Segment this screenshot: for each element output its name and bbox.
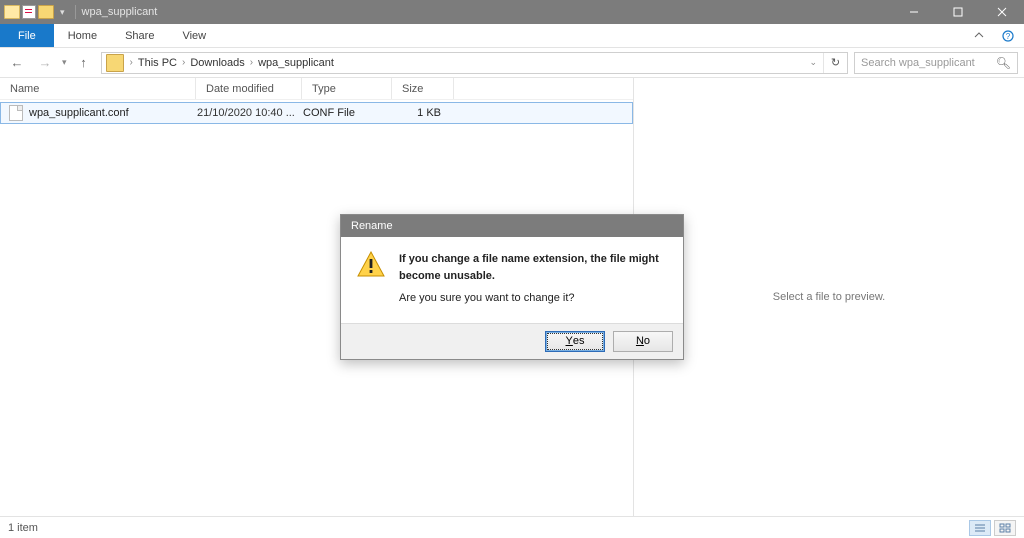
close-button[interactable] [980, 0, 1024, 24]
column-headers: Name Date modified Type Size [0, 78, 633, 100]
column-date[interactable]: Date modified [196, 78, 302, 99]
navigation-bar: ← → ▾ ↑ › This PC › Downloads › wpa_supp… [0, 48, 1024, 78]
dialog-message: If you change a file name extension, the… [399, 251, 667, 307]
file-row[interactable]: wpa_supplicant.conf 21/10/2020 10:40 ...… [0, 102, 633, 124]
search-input[interactable]: Search wpa_supplicant 🔍︎ [854, 52, 1018, 74]
qat-dropdown[interactable]: ▾ [56, 7, 69, 18]
tab-home[interactable]: Home [54, 24, 111, 47]
dialog-line1: If you change a file name extension, the… [399, 251, 667, 284]
chevron-right-icon[interactable]: › [180, 57, 187, 68]
svg-text:?: ? [1006, 32, 1011, 41]
help-button[interactable]: ? [992, 24, 1024, 47]
rename-dialog: Rename If you change a file name extensi… [340, 214, 684, 360]
tab-file[interactable]: File [0, 24, 54, 47]
titlebar: ▾ wpa_supplicant [0, 0, 1024, 24]
breadcrumb[interactable]: Downloads [187, 57, 247, 69]
file-size: 1 KB [393, 107, 447, 119]
file-name: wpa_supplicant.conf [29, 107, 197, 119]
up-button[interactable]: ↑ [73, 52, 95, 74]
column-type[interactable]: Type [302, 78, 392, 99]
maximize-button[interactable] [936, 0, 980, 24]
no-button[interactable]: No [613, 331, 673, 352]
dialog-line2: Are you sure you want to change it? [399, 290, 667, 307]
search-placeholder: Search wpa_supplicant [861, 57, 975, 69]
breadcrumb[interactable]: wpa_supplicant [255, 57, 337, 69]
tab-share[interactable]: Share [111, 24, 168, 47]
column-name[interactable]: Name [0, 78, 196, 99]
ribbon: File Home Share View ? [0, 24, 1024, 48]
window-title: wpa_supplicant [82, 6, 158, 18]
large-icons-view-button[interactable] [994, 520, 1016, 536]
refresh-button[interactable]: ↻ [823, 53, 847, 73]
history-dropdown[interactable]: ▾ [62, 57, 67, 68]
file-icon [9, 105, 23, 121]
details-view-button[interactable] [969, 520, 991, 536]
back-button[interactable]: ← [6, 52, 28, 74]
breadcrumb[interactable]: This PC [135, 57, 180, 69]
document-icon [22, 5, 36, 19]
warning-icon [357, 251, 385, 277]
file-type: CONF File [303, 107, 393, 119]
tab-view[interactable]: View [168, 24, 220, 47]
dialog-title: Rename [341, 215, 683, 237]
preview-placeholder: Select a file to preview. [773, 291, 886, 303]
folder-icon [4, 5, 20, 19]
column-size[interactable]: Size [392, 78, 454, 99]
chevron-right-icon[interactable]: › [128, 57, 135, 68]
folder-open-icon [38, 5, 54, 19]
status-text: 1 item [8, 522, 38, 534]
yes-button[interactable]: Yes [545, 331, 605, 352]
quick-access-toolbar: ▾ [4, 5, 69, 19]
status-bar: 1 item [0, 516, 1024, 538]
preview-pane: Select a file to preview. [634, 78, 1024, 516]
file-date: 21/10/2020 10:40 ... [197, 107, 303, 119]
chevron-right-icon[interactable]: › [248, 57, 255, 68]
address-bar[interactable]: › This PC › Downloads › wpa_supplicant ⌄… [101, 52, 848, 74]
minimize-button[interactable] [892, 0, 936, 24]
search-icon[interactable]: 🔍︎ [996, 56, 1011, 70]
forward-button[interactable]: → [34, 52, 56, 74]
ribbon-collapse[interactable] [966, 24, 992, 47]
folder-icon [106, 54, 124, 72]
address-dropdown[interactable]: ⌄ [803, 57, 823, 68]
